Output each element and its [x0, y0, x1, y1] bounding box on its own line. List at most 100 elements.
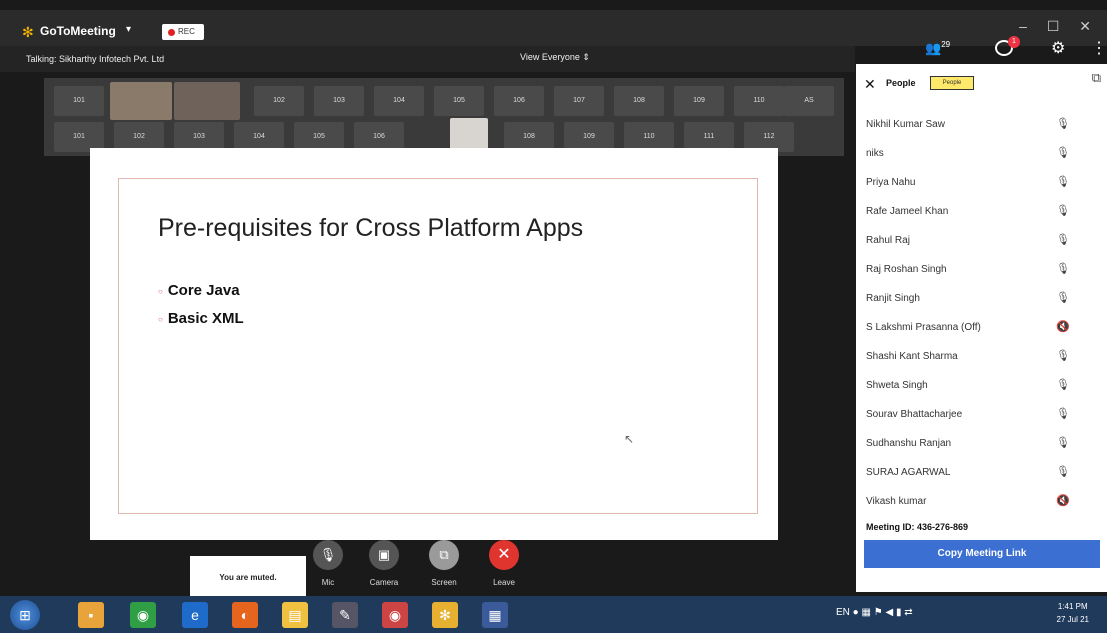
list-item[interactable]: S Lakshmi Prasanna (Off) 🔇: [866, 313, 1096, 342]
attendee-tile[interactable]: 110: [734, 86, 784, 116]
list-item[interactable]: Rahul Raj 🎙: [866, 226, 1096, 255]
view-everyone-select[interactable]: View Everyone ⇕: [520, 52, 590, 63]
close-icon[interactable]: ✕: [864, 76, 876, 93]
start-button[interactable]: ⊞: [10, 600, 40, 630]
list-item[interactable]: Shashi Kant Sharma 🎙: [866, 342, 1096, 371]
slide-title: Pre-requisites for Cross Platform Apps: [158, 214, 584, 242]
mic-button[interactable]: 🎙 Mic: [312, 540, 344, 587]
attendee-tile[interactable]: 101: [54, 86, 104, 116]
list-item[interactable]: Shweta Singh 🎙: [866, 371, 1096, 400]
attendee-tile[interactable]: AS: [784, 86, 834, 116]
person-name: Rahul Raj: [866, 235, 910, 246]
people-list: Nikhil Kumar Saw 🎙 niks 🎙 Priya Nahu 🎙 Rafe…: [866, 110, 1096, 516]
clock-date: 27 Jul 21: [1056, 615, 1089, 624]
list-item[interactable]: niks 🎙: [866, 139, 1096, 168]
clock-time: 1:41 PM: [1057, 602, 1088, 611]
attendee-video-tile[interactable]: [174, 82, 240, 120]
mic-icon: 🎙: [1056, 437, 1070, 449]
mic-icon: 🎙: [1056, 147, 1070, 159]
talking-indicator: Talking: Sikharthy Infotech Pvt. Ltd: [26, 54, 165, 64]
rec-label: REC: [178, 27, 195, 36]
attendee-tile[interactable]: 108: [614, 86, 664, 116]
muted-toast: You are muted.: [190, 556, 306, 598]
attendee-tile[interactable]: 109: [674, 86, 724, 116]
file-explorer-icon[interactable]: ▪: [78, 602, 104, 628]
person-name: niks: [866, 148, 884, 159]
cursor-icon: ↖: [624, 432, 635, 446]
panel-title: People: [886, 78, 916, 88]
camera-button[interactable]: ▣ Camera: [368, 540, 400, 587]
mic-icon: 🎙: [1056, 466, 1070, 478]
copy-meeting-link-button[interactable]: Copy Meeting Link: [864, 540, 1100, 568]
person-name: Sudhanshu Ranjan: [866, 438, 952, 449]
attendee-video-tile[interactable]: [110, 82, 172, 120]
attendee-tile[interactable]: 103: [314, 86, 364, 116]
chrome-window-icon[interactable]: ◉: [382, 602, 408, 628]
record-dot-icon: [168, 29, 175, 36]
mic-icon: 🎙: [1056, 379, 1070, 391]
attendee-tile[interactable]: 105: [434, 86, 484, 116]
tab-people[interactable]: People: [930, 76, 974, 90]
mic-icon: 🎙: [1056, 350, 1070, 362]
list-item[interactable]: Sudhanshu Ranjan 🎙: [866, 429, 1096, 458]
clock[interactable]: 1:41 PM 27 Jul 21: [1057, 600, 1089, 626]
taskbar: ⊞ ▪ ◉ e ◐ ▤ ✎ ◉ ✻ ▦ EN ● ▦ ⚑ ◀ ▮ ⇄ 1:41 …: [0, 596, 1107, 633]
attendee-tile[interactable]: 106: [494, 86, 544, 116]
attendee-tile[interactable]: 107: [554, 86, 604, 116]
person-name: Priya Nahu: [866, 177, 916, 188]
language-indicator: EN: [836, 607, 850, 618]
person-name: Shashi Kant Sharma: [866, 351, 958, 362]
leave-label: Leave: [493, 578, 515, 587]
system-tray[interactable]: EN ● ▦ ⚑ ◀ ▮ ⇄: [836, 607, 913, 618]
bullet-icon: ○: [158, 286, 163, 296]
top-right-controls: 👥29 1 ⚙ ⋮: [855, 34, 1107, 64]
mic-icon: 🎙: [1056, 408, 1070, 420]
speaker-bar: Talking: Sikharthy Infotech Pvt. Ltd Vie…: [0, 46, 855, 72]
attendee-tile[interactable]: 102: [254, 86, 304, 116]
chrome-icon[interactable]: ◉: [130, 602, 156, 628]
folder-icon[interactable]: ▤: [282, 602, 308, 628]
speaker-muted-icon: 🔇: [1056, 495, 1070, 507]
list-item[interactable]: Raj Roshan Singh 🎙: [866, 255, 1096, 284]
attendee-tile[interactable]: 104: [374, 86, 424, 116]
list-item[interactable]: Priya Nahu 🎙: [866, 168, 1096, 197]
person-name: S Lakshmi Prasanna (Off): [866, 322, 981, 333]
mic-icon: 🎙: [1056, 292, 1070, 304]
window-controls[interactable]: – ☐ ✕: [1019, 18, 1099, 35]
list-item[interactable]: Ranjit Singh 🎙: [866, 284, 1096, 313]
mic-icon: 🎙: [1056, 263, 1070, 275]
list-item[interactable]: Vikash kumar 🔇: [866, 487, 1096, 516]
list-item[interactable]: Sourav Bhattacharjee 🎙: [866, 400, 1096, 429]
gotomeeting-taskbar-icon[interactable]: ✻: [432, 602, 458, 628]
list-item[interactable]: SURAJ AGARWAL 🎙: [866, 458, 1096, 487]
internet-explorer-icon[interactable]: e: [182, 602, 208, 628]
gear-icon[interactable]: ⚙: [1051, 38, 1065, 58]
mic-icon: 🎙: [1056, 205, 1070, 217]
list-item[interactable]: Rafe Jameel Khan 🎙: [866, 197, 1096, 226]
list-item[interactable]: Nikhil Kumar Saw 🎙: [866, 110, 1096, 139]
meeting-id: Meeting ID: 436-276-869: [866, 522, 969, 532]
screen-button[interactable]: ⧉ Screen: [428, 540, 460, 587]
firefox-icon[interactable]: ◐: [232, 602, 258, 628]
person-name: Shweta Singh: [866, 380, 928, 391]
popout-icon[interactable]: ⧉: [1092, 70, 1101, 86]
recording-badge: REC: [162, 24, 204, 40]
paint-icon[interactable]: ✎: [332, 602, 358, 628]
mic-icon: 🎙: [1056, 176, 1070, 188]
app-menu-chevron-icon[interactable]: ▾: [126, 24, 131, 35]
notification-badge: 1: [1008, 36, 1020, 48]
people-count: 29: [941, 40, 951, 49]
leave-button[interactable]: ✕ Leave: [488, 540, 520, 587]
mic-muted-icon: 🎙: [313, 540, 343, 570]
person-name: SURAJ AGARWAL: [866, 467, 951, 478]
camera-off-icon: ▣: [369, 540, 399, 570]
close-icon: ✕: [489, 540, 519, 570]
slide-bullet-text: Basic XML: [167, 310, 244, 327]
more-options-icon[interactable]: ⋮: [1091, 38, 1107, 58]
app-name[interactable]: GoToMeeting: [40, 24, 116, 38]
mic-label: Mic: [321, 578, 335, 587]
person-name: Rafe Jameel Khan: [866, 206, 949, 217]
people-count-button[interactable]: 👥29: [925, 40, 950, 56]
app-icon[interactable]: ▦: [482, 602, 508, 628]
slide-bullet-text: Core Java: [167, 282, 240, 299]
